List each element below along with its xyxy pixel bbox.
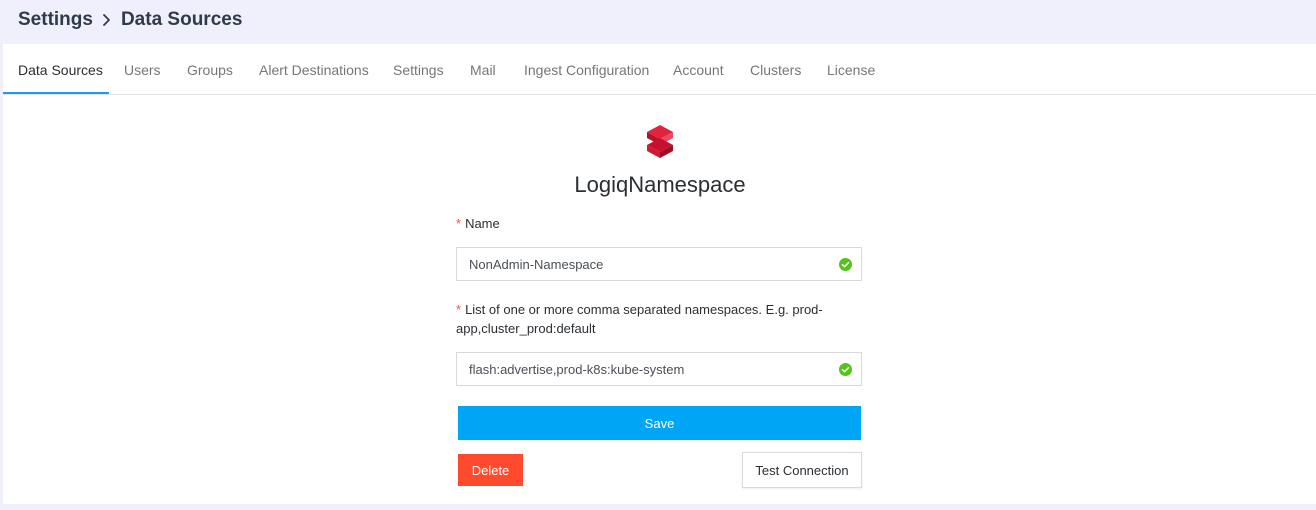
tab-ingest-configuration[interactable]: Ingest Configuration xyxy=(524,44,649,94)
breadcrumb-current: Data Sources xyxy=(120,9,243,30)
tab-groups[interactable]: Groups xyxy=(187,44,233,94)
tab-data-sources[interactable]: Data Sources xyxy=(18,44,103,94)
settings-card: Data Sources Users Groups Alert Destinat… xyxy=(3,44,1316,504)
test-connection-button[interactable]: Test Connection xyxy=(742,452,862,488)
logiq-logo-icon xyxy=(643,124,677,158)
tab-account[interactable]: Account xyxy=(673,44,724,94)
check-circle-icon xyxy=(839,363,852,376)
namespaces-field[interactable] xyxy=(456,352,862,386)
namespaces-input[interactable] xyxy=(457,353,839,385)
namespaces-label-text: List of one or more comma separated name… xyxy=(456,302,823,336)
breadcrumb: Settings Data Sources xyxy=(18,0,242,40)
breadcrumb-parent[interactable]: Settings xyxy=(18,9,93,31)
tab-mail[interactable]: Mail xyxy=(470,44,496,94)
required-marker: * xyxy=(456,302,462,317)
chevron-right-icon xyxy=(101,13,113,27)
tab-license[interactable]: License xyxy=(827,44,875,94)
tab-alert-destinations[interactable]: Alert Destinations xyxy=(259,44,369,94)
tab-settings[interactable]: Settings xyxy=(393,44,444,94)
settings-tabs: Data Sources Users Groups Alert Destinat… xyxy=(3,44,1316,95)
check-circle-icon xyxy=(839,258,852,271)
datasource-title: LogiqNamespace xyxy=(574,172,746,197)
delete-button[interactable]: Delete xyxy=(458,454,523,486)
name-label-text: Name xyxy=(465,216,500,231)
name-input[interactable] xyxy=(457,248,839,280)
required-marker: * xyxy=(456,216,462,231)
save-button[interactable]: Save xyxy=(458,406,861,440)
tab-users[interactable]: Users xyxy=(124,44,161,94)
active-tab-indicator xyxy=(3,92,109,94)
namespaces-field-label: * List of one or more comma separated nam… xyxy=(456,300,836,338)
name-field-label: * Name xyxy=(456,214,836,233)
name-field[interactable] xyxy=(456,247,862,281)
tab-clusters[interactable]: Clusters xyxy=(750,44,801,94)
